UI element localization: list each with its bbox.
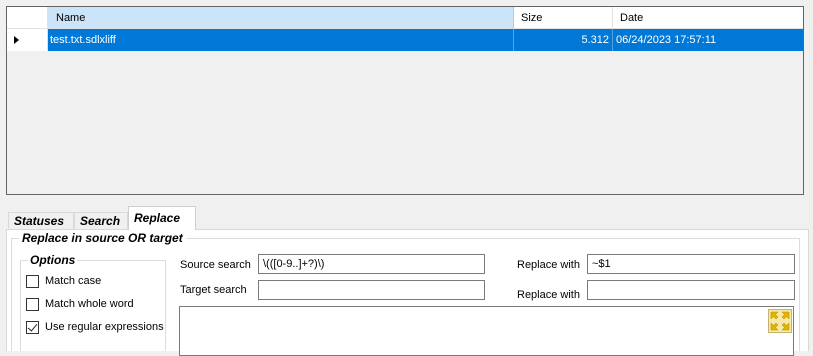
use-regex-box[interactable] xyxy=(26,320,39,334)
column-header-size[interactable]: Size xyxy=(514,7,613,29)
source-search-input[interactable]: \(([0-9..]+?)\) xyxy=(258,254,485,274)
target-search-input[interactable] xyxy=(258,280,485,300)
table-row[interactable]: test.txt.sdlxliff 5.312 06/24/2023 17:57… xyxy=(7,29,803,51)
files-grid[interactable]: Name Size Date test.txt.sdlxliff 5.312 0… xyxy=(6,6,804,195)
match-whole-word-box[interactable] xyxy=(26,297,39,311)
source-search-label: Source search xyxy=(180,259,251,271)
row-pointer-icon xyxy=(14,36,19,44)
replace-with-source-label: Replace with xyxy=(517,259,580,271)
match-case-checkbox[interactable]: Match case xyxy=(26,274,101,288)
match-case-label: Match case xyxy=(45,275,102,287)
expand-button[interactable] xyxy=(768,309,792,333)
tab-statuses[interactable]: Statuses xyxy=(8,212,74,230)
preview-textarea[interactable] xyxy=(179,306,794,356)
expand-arrows-icon xyxy=(770,311,790,331)
replace-with-source-input[interactable]: ~$1 xyxy=(587,254,795,274)
match-case-box[interactable] xyxy=(26,274,39,288)
column-header-name[interactable]: Name xyxy=(48,7,514,29)
replace-with-target-input[interactable] xyxy=(587,280,795,300)
replace-group-title: Replace in source OR target xyxy=(19,231,186,245)
tab-search[interactable]: Search xyxy=(74,212,128,230)
match-whole-word-label: Match whole word xyxy=(45,298,134,310)
column-header-date[interactable]: Date xyxy=(613,7,803,29)
cell-name[interactable]: test.txt.sdlxliff xyxy=(48,29,514,51)
replace-with-target-label: Replace with xyxy=(517,289,580,301)
grid-header: Name Size Date xyxy=(7,7,803,29)
target-search-label: Target search xyxy=(180,284,247,296)
tab-replace[interactable]: Replace xyxy=(128,206,196,230)
options-group-title: Options xyxy=(28,253,78,267)
use-regex-label: Use regular expressions xyxy=(45,321,164,333)
use-regex-checkbox[interactable]: Use regular expressions xyxy=(26,320,164,334)
header-row-selector[interactable] xyxy=(7,7,48,29)
cell-size[interactable]: 5.312 xyxy=(514,29,613,51)
match-whole-word-checkbox[interactable]: Match whole word xyxy=(26,297,134,311)
cell-date[interactable]: 06/24/2023 17:57:11 xyxy=(613,29,803,51)
row-selector[interactable] xyxy=(7,29,48,51)
